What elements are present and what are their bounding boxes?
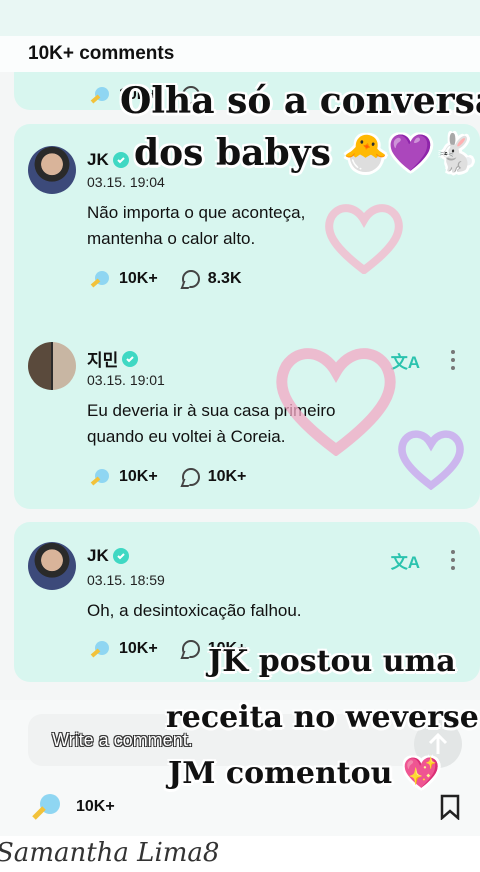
author-name: JK (87, 150, 109, 169)
overlay-caption: dos babys 🐣💜🐇 (134, 132, 478, 174)
comment-author[interactable]: 지민 (87, 346, 139, 371)
reply-stat[interactable]: 10K+ (181, 468, 247, 486)
comment-stats: 10K+ 8.3K (89, 270, 266, 288)
verified-check-icon (112, 548, 129, 564)
reply-bubble-icon (181, 270, 200, 288)
like-lightstick-icon (90, 271, 109, 288)
avatar[interactable] (28, 146, 76, 194)
avatar[interactable] (28, 342, 76, 390)
comment-body: Oh, a desintoxicação falhou. (87, 598, 407, 624)
like-lightstick-icon (90, 469, 109, 486)
post-like-stat[interactable]: 10K+ (30, 792, 115, 822)
like-stat[interactable]: 10K+ (89, 468, 158, 486)
like-lightstick-icon (90, 87, 109, 104)
comments-header: 10K+ comments (0, 36, 480, 72)
author-name: 지민 (87, 351, 119, 370)
heart-sticker-icon (325, 204, 403, 274)
verified-check-icon (122, 350, 139, 367)
reply-count: 10K+ (207, 468, 247, 485)
like-lightstick-icon (32, 794, 60, 820)
overlay-caption: receita no weverse (166, 700, 479, 735)
like-count: 10K+ (119, 270, 158, 287)
like-stat[interactable]: 10K+ (89, 640, 158, 658)
avatar[interactable] (28, 542, 76, 590)
overlay-caption: Olha só a conversa (120, 80, 480, 122)
like-stat[interactable]: 10K+ (89, 270, 158, 288)
comment-date: 03.15. 19:01 (87, 372, 165, 388)
top-status-strip (0, 0, 480, 36)
reply-bubble-icon (181, 468, 200, 486)
more-options-icon[interactable] (450, 548, 456, 570)
heart-sticker-icon (398, 430, 464, 490)
comments-count-title: 10K+ comments (28, 43, 175, 64)
like-lightstick-icon (90, 641, 109, 658)
comment-stats: 10K+ 10K+ (89, 468, 270, 486)
like-count: 10K+ (119, 468, 158, 485)
comment-date: 03.15. 18:59 (87, 572, 165, 588)
like-count: 10K+ (119, 640, 158, 657)
translate-icon[interactable]: 文A (391, 548, 420, 573)
bookmark-icon[interactable] (440, 794, 460, 820)
reply-count: 8.3K (207, 270, 242, 287)
comment-date: 03.15. 19:04 (87, 174, 165, 190)
comment-author[interactable]: JK (87, 150, 129, 170)
reply-bubble-icon (181, 640, 200, 658)
author-name: JK (87, 546, 109, 565)
overlay-caption: JK postou uma (208, 644, 456, 679)
reply-stat[interactable]: 8.3K (181, 270, 242, 288)
watermark-strip: Samantha Lima8 (0, 836, 480, 872)
post-like-count: 10K+ (76, 798, 115, 815)
comment-author[interactable]: JK (87, 546, 129, 566)
comment-text-line: Oh, a desintoxicação falhou. (87, 601, 302, 620)
watermark-text: Samantha Lima8 (0, 838, 220, 868)
overlay-caption: JM comentou 💖 (168, 756, 441, 791)
verified-check-icon (112, 152, 129, 168)
heart-sticker-icon (276, 348, 396, 456)
more-options-icon[interactable] (450, 348, 456, 370)
